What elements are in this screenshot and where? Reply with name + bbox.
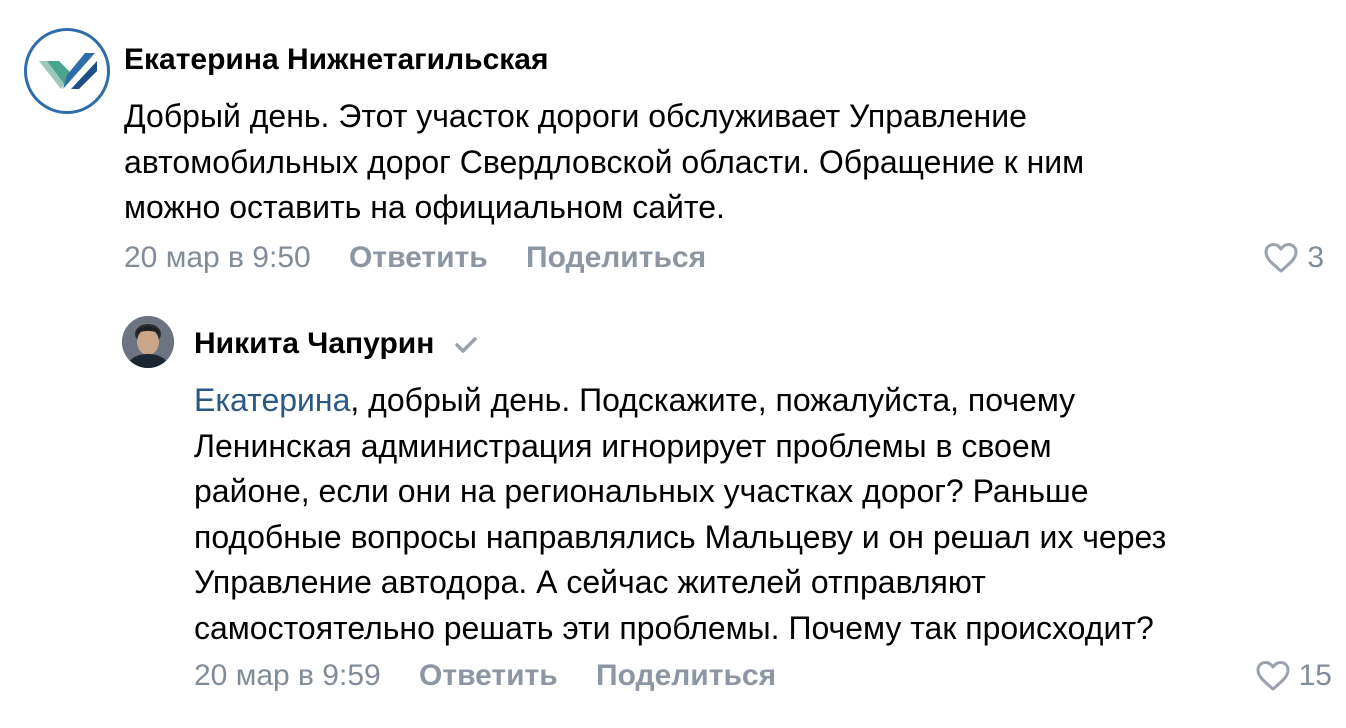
heart-icon (1256, 661, 1290, 691)
comment-text-line: Добрый день. Этот участок дороги обслужи… (124, 98, 1027, 134)
comment-author[interactable]: Екатерина Нижнетагильская (124, 42, 548, 78)
comment-text-line: автомобильных дорог Свердловской области… (124, 143, 1085, 180)
comment-meta: 20 мар в 9:59 Ответить Поделиться (194, 658, 806, 694)
comment-text: Добрый день. Этот участок дороги обслужи… (124, 94, 1274, 231)
comment-timestamp[interactable]: 20 мар в 9:59 (194, 659, 381, 692)
logo-icon (31, 35, 103, 107)
comment-text-line: Екатерина, добрый день. Подскажите, пожа… (194, 378, 1324, 424)
comment-text-line: районе, если они на региональных участка… (194, 473, 1089, 509)
like-button[interactable]: 15 (1255, 658, 1332, 694)
reply-button[interactable]: Ответить (419, 659, 558, 692)
heart-icon (1264, 243, 1298, 273)
share-button[interactable]: Поделиться (526, 241, 706, 274)
user-photo (122, 316, 174, 368)
comment-author[interactable]: Никита Чапурин (194, 326, 479, 362)
comment-text-line: подобные вопросы направлялись Мальцеву и… (194, 518, 1167, 555)
reply-button[interactable]: Ответить (349, 241, 488, 274)
comment-author-name[interactable]: Никита Чапурин (194, 327, 434, 360)
comment-meta: 20 мар в 9:50 Ответить Поделиться (124, 240, 736, 276)
comment-text-line: Ленинская администрация игнорирует пробл… (194, 427, 1052, 464)
comment-text-line: самостоятельно решать эти проблемы. Поче… (194, 609, 1154, 646)
like-button[interactable]: 3 (1263, 240, 1324, 276)
comment-timestamp[interactable]: 20 мар в 9:50 (124, 241, 311, 274)
comment-text: Екатерина, добрый день. Подскажите, пожа… (194, 378, 1324, 651)
comment-text-fragment: , добрый день. Подскажите, пожалуйста, п… (350, 382, 1076, 418)
comment-text-line: можно оставить на официальном сайте. (124, 189, 725, 225)
avatar[interactable] (24, 28, 110, 114)
share-button[interactable]: Поделиться (596, 659, 776, 692)
like-count: 3 (1307, 241, 1324, 274)
mention-link[interactable]: Екатерина (194, 382, 350, 418)
verified-check-icon (454, 337, 477, 353)
comment-text-line: Управление автодора. А сейчас жителей от… (194, 564, 986, 600)
avatar[interactable] (122, 316, 174, 368)
like-count: 15 (1298, 659, 1332, 692)
